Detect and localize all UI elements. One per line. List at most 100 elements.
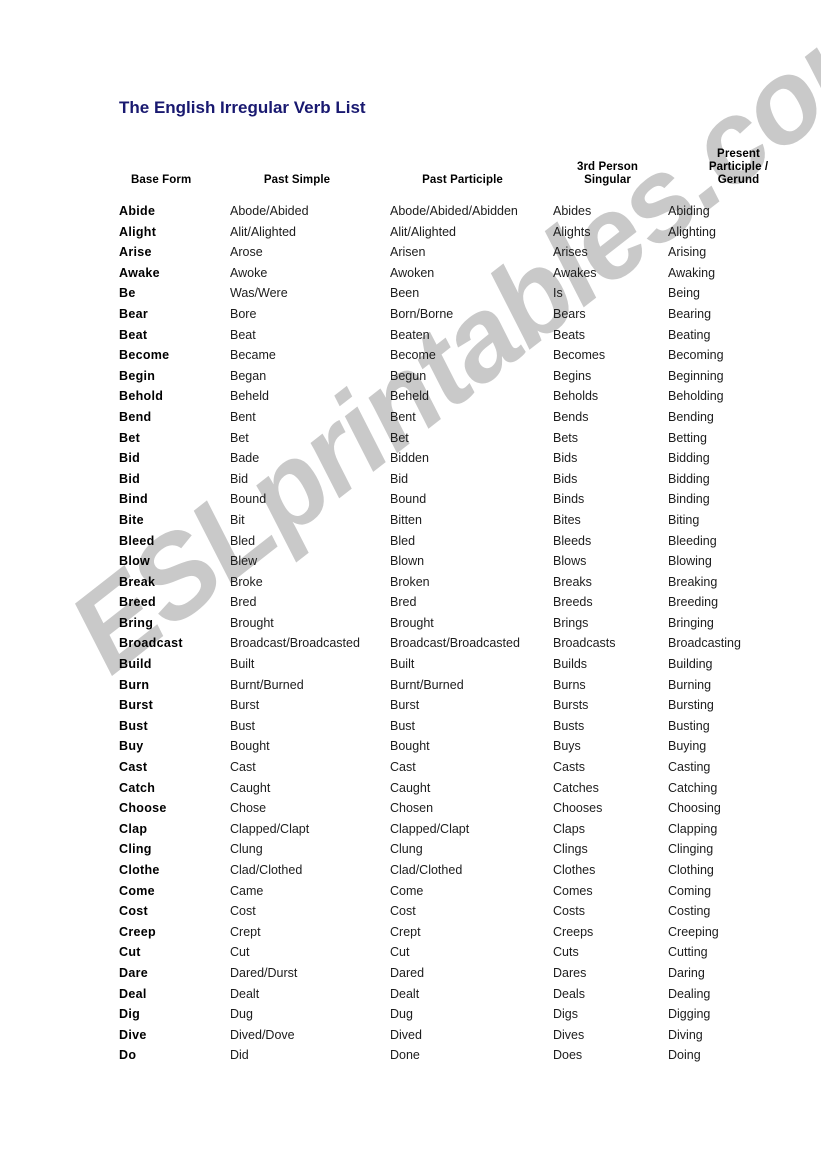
cell-present-participle: Abiding [668, 204, 710, 218]
cell-present-participle: Bearing [668, 306, 712, 321]
cell-third-person-singular: Claps [553, 821, 585, 836]
column-header-line: Gerund [717, 174, 760, 186]
cell-base-form: Cut [119, 945, 141, 960]
cell-base-form: Come [119, 883, 155, 898]
cell-base-form: Creep [119, 924, 156, 939]
cell-past-participle: Caught [390, 780, 431, 795]
cell-present-participle: Bursting [668, 698, 714, 713]
cell-past-participle: Been [390, 286, 420, 301]
table-row: Cut Cut Cut Cuts Cutting [119, 942, 809, 963]
cell-base-form: Beat [119, 327, 148, 342]
cell-past-participle: Born/Borne [390, 306, 454, 321]
cell-past-participle: Beaten [390, 327, 430, 342]
cell-past-participle: Bought [390, 739, 430, 754]
table-row: Burst Burst Burst Bursts Bursting [119, 695, 809, 716]
cell-past-participle: Crept [390, 924, 421, 939]
cell-past-participle: Clung [390, 842, 423, 857]
table-row: Bid Bid Bid Bids Bidding [119, 469, 809, 490]
cell-present-participle: Catching [668, 780, 718, 795]
cell-base-form: Bust [119, 718, 148, 733]
cell-third-person-singular: Bets [553, 430, 579, 445]
cell-past-participle: Dared [390, 965, 425, 980]
cell-past-participle: Burnt/Burned [390, 677, 464, 692]
cell-past-participle: Bet [390, 430, 409, 445]
cell-present-participle: Clapping [668, 821, 718, 836]
table-row: Behold Beheld Beheld Beholds Beholding [119, 386, 809, 407]
cell-base-form: Be [119, 286, 136, 301]
column-header-line: Past Participle [422, 174, 503, 186]
cell-third-person-singular: Buys [553, 739, 581, 754]
cell-base-form: Begin [119, 368, 156, 383]
cell-third-person-singular: Builds [553, 657, 588, 672]
cell-past-simple: Bet [230, 430, 249, 445]
cell-base-form: Build [119, 657, 152, 672]
cell-past-simple: Cut [230, 945, 250, 960]
table-row: Dig Dug Dug Digs Digging [119, 1004, 809, 1025]
cell-past-participle: Cost [390, 904, 416, 919]
cell-present-participle: Creeping [668, 924, 719, 939]
cell-past-participle: Chosen [390, 801, 434, 816]
cell-base-form: Catch [119, 780, 156, 795]
cell-third-person-singular: Busts [553, 718, 585, 733]
cell-past-participle: Become [390, 348, 436, 363]
cell-present-participle: Bending [668, 409, 714, 424]
cell-third-person-singular: Becomes [553, 348, 606, 363]
cell-present-participle: Burning [668, 677, 712, 692]
cell-base-form: Bind [119, 492, 148, 507]
cell-past-participle: Come [390, 883, 424, 898]
cell-base-form: Deal [119, 986, 147, 1001]
table-row: Creep Crept Crept Creeps Creeping [119, 922, 809, 943]
cell-third-person-singular: Does [553, 1048, 583, 1063]
cell-base-form: Cast [119, 760, 148, 775]
cell-third-person-singular: Breeds [553, 595, 593, 610]
cell-base-form: Alight [119, 224, 157, 239]
page-title: The English Irregular Verb List [119, 98, 366, 117]
table-row: Buy Bought Bought Buys Buying [119, 736, 809, 757]
table-row: Begin Began Begun Begins Beginning [119, 366, 809, 387]
cell-base-form: Clothe [119, 863, 160, 877]
cell-past-participle: Brought [390, 615, 434, 630]
table-row: Do Did Done Does Doing [119, 1045, 809, 1066]
table-row: Bite Bit Bitten Bites Biting [119, 510, 809, 531]
cell-third-person-singular: Is [553, 286, 563, 301]
cell-present-participle: Beating [668, 327, 711, 342]
cell-past-simple: Did [230, 1048, 249, 1063]
cell-past-participle: Awoken [390, 265, 435, 280]
cell-third-person-singular: Casts [553, 760, 585, 775]
cell-past-participle: Beheld [390, 389, 429, 404]
cell-past-simple: Alit/Alighted [230, 224, 297, 239]
cell-past-simple: Beheld [230, 389, 269, 404]
cell-third-person-singular: Comes [553, 883, 593, 898]
cell-present-participle: Choosing [668, 801, 721, 816]
cell-third-person-singular: Arises [553, 245, 588, 260]
cell-base-form: Choose [119, 801, 167, 816]
cell-present-participle: Arising [668, 245, 707, 260]
cell-third-person-singular: Awakes [553, 265, 597, 280]
table-row: Come Came Come Comes Coming [119, 881, 809, 902]
cell-base-form: Burst [119, 698, 154, 713]
cell-past-simple: Dug [230, 1007, 253, 1022]
cell-present-participle: Betting [668, 430, 707, 445]
cell-past-simple: Broadcast/Broadcasted [230, 636, 360, 651]
table-row: Bleed Bled Bled Bleeds Bleeding [119, 531, 809, 552]
cell-past-participle: Bust [390, 718, 416, 733]
cell-base-form: Break [119, 574, 156, 589]
table-row: Bid Bade Bidden Bids Bidding [119, 448, 809, 469]
cell-third-person-singular: Dares [553, 965, 587, 980]
cell-third-person-singular: Catches [553, 780, 599, 795]
cell-past-simple: Burst [230, 698, 260, 713]
cell-present-participle: Clothing [668, 863, 714, 877]
cell-past-simple: Clad/Clothed [230, 863, 303, 877]
table-row: Cast Cast Cast Casts Casting [119, 757, 809, 778]
cell-third-person-singular: Bids [553, 451, 578, 466]
cell-past-participle: Broken [390, 574, 430, 589]
cell-present-participle: Daring [668, 965, 705, 980]
header-row: Base Form Past Simple Past Participle 3r… [119, 148, 809, 201]
cell-present-participle: Cutting [668, 945, 708, 960]
table-row: Awake Awoke Awoken Awakes Awaking [119, 263, 809, 284]
cell-past-simple: Bust [230, 718, 256, 733]
cell-present-participle: Awaking [668, 265, 716, 280]
cell-past-participle: Done [390, 1048, 420, 1063]
cell-present-participle: Doing [668, 1048, 701, 1063]
cell-past-participle: Alit/Alighted [390, 224, 457, 239]
